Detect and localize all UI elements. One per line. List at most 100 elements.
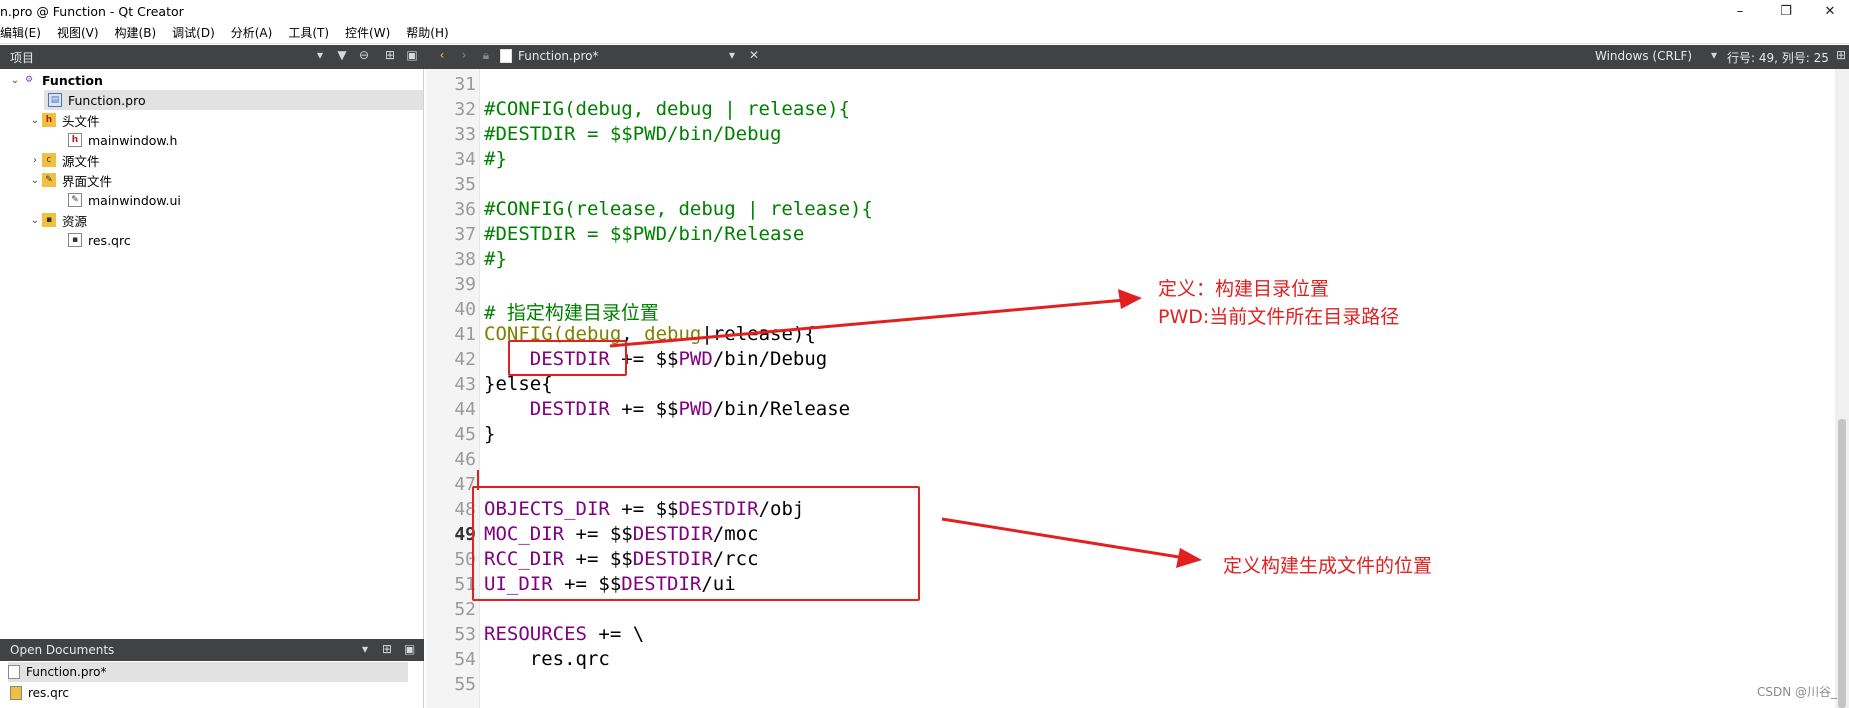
tree-item-root[interactable]: ⌄ ⚙ Function [8, 70, 103, 90]
code-token: RESOURCES [484, 623, 587, 645]
code-line: #CONFIG(debug, debug | release){ [484, 98, 850, 120]
tree-item-resource-file[interactable]: ▪ res.qrc [68, 230, 131, 250]
window-title: n.pro @ Function - Qt Creator [0, 3, 184, 19]
code-token: res.qrc [484, 648, 610, 670]
code-token: /bin/Release [712, 398, 851, 420]
split-icon[interactable]: ⊞ [382, 48, 398, 62]
code-line: # 指定构建目录位置 [484, 298, 659, 325]
line-number: 45 [454, 424, 476, 445]
tree-label-forms: 界面文件 [62, 173, 113, 189]
back-icon[interactable]: ‹ [434, 48, 450, 62]
split-icon[interactable]: ⊞ [382, 642, 392, 656]
tree-label-sources: 源文件 [62, 153, 100, 169]
menu-view[interactable]: 视图(V) [57, 24, 99, 41]
line-number: 52 [454, 599, 476, 620]
collapse-icon[interactable]: ⌄ [8, 75, 22, 86]
menu-analyze[interactable]: 分析(A) [231, 24, 273, 41]
annotation-text-1: 定义：构建目录位置 [1158, 278, 1330, 300]
open-document-item[interactable]: Function.pro* [8, 662, 408, 682]
tree-item-form-file[interactable]: ✎ mainwindow.ui [68, 190, 181, 210]
code-token: #} [484, 148, 507, 170]
open-file-name: Function.pro* [518, 49, 599, 63]
qrc-file-icon: ▪ [68, 233, 82, 247]
code-token: } [484, 423, 496, 445]
collapse-icon[interactable]: ⌄ [28, 215, 42, 226]
maximize-button[interactable]: ❐ [1763, 0, 1809, 22]
line-ending-dropdown-icon[interactable]: ▾ [1706, 48, 1722, 62]
line-number: 47 [454, 474, 476, 495]
annotation-text-2: PWD:当前文件所在目录路径 [1158, 306, 1400, 328]
line-number: 38 [454, 249, 476, 270]
open-file-tab[interactable]: Function.pro* [500, 49, 598, 63]
tree-item-header-file[interactable]: h mainwindow.h [68, 130, 177, 150]
line-number: 42 [454, 349, 476, 370]
code-token: #DESTDIR = $$PWD/bin/Release [484, 223, 805, 245]
code-line: }else{ [484, 373, 553, 395]
annotation-text-3: 定义构建生成文件的位置 [1223, 555, 1433, 577]
menu-controls[interactable]: 控件(W) [345, 24, 390, 41]
close-file-icon[interactable]: ✕ [746, 48, 762, 62]
menu-help[interactable]: 帮助(H) [406, 24, 448, 41]
code-token: }else{ [484, 373, 553, 395]
vertical-scrollbar[interactable] [1835, 69, 1849, 708]
line-number: 48 [454, 499, 476, 520]
tree-label-headers: 头文件 [62, 113, 100, 129]
tree-label-resource-file: res.qrc [88, 232, 131, 248]
filter-icon[interactable]: ▼ [334, 48, 350, 62]
tree-item-pro-file[interactable]: ▤ Function.pro [48, 90, 146, 110]
line-number: 33 [454, 124, 476, 145]
code-token: PWD [678, 348, 713, 370]
code-token: #CONFIG(release, debug | release){ [484, 198, 873, 220]
line-number: 41 [454, 324, 476, 345]
scrollbar-thumb[interactable] [1838, 419, 1846, 708]
line-number: 31 [454, 74, 476, 95]
code-line: RESOURCES += \ [484, 623, 644, 645]
tree-item-forms[interactable]: ⌄ ✎ 界面文件 [28, 170, 112, 190]
file-icon [8, 665, 20, 679]
line-ending-selector[interactable]: Windows (CRLF) [1595, 49, 1692, 63]
tree-label-resources: 资源 [62, 213, 88, 229]
project-icon: ⚙ [24, 75, 34, 85]
menu-debug[interactable]: 调试(D) [172, 24, 215, 41]
tree-label-pro-file: Function.pro [68, 92, 146, 108]
file-dropdown-icon[interactable]: ▾ [724, 48, 740, 62]
arrow-line-2 [941, 517, 1186, 560]
line-number: 43 [454, 374, 476, 395]
close-pane-icon[interactable]: ▣ [404, 48, 420, 62]
forward-icon[interactable]: › [456, 48, 472, 62]
header-file-icon: h [68, 133, 82, 147]
tree-item-headers[interactable]: ⌄ h 头文件 [28, 110, 100, 130]
cursor-position[interactable]: 行号: 49, 列号: 25 [1727, 49, 1829, 66]
ui-file-icon: ✎ [68, 193, 82, 207]
link-icon[interactable]: ⊖ [356, 48, 372, 62]
minimize-button[interactable]: – [1717, 0, 1763, 22]
tree-label-root: Function [42, 72, 103, 88]
split-editor-icon[interactable]: ⊞ [1833, 48, 1849, 62]
line-number: 32 [454, 99, 476, 120]
code-line: #} [484, 148, 507, 170]
menu-tools[interactable]: 工具(T) [288, 24, 329, 41]
menu-edit[interactable]: 编辑(E) [0, 24, 41, 41]
collapse-icon[interactable]: ⌄ [28, 115, 42, 126]
open-document-label: Function.pro* [26, 665, 107, 679]
menu-build[interactable]: 构建(B) [115, 24, 157, 41]
close-pane-icon[interactable]: ▣ [404, 642, 415, 656]
tree-label-form-file: mainwindow.ui [88, 192, 181, 208]
open-document-item[interactable]: res.qrc [10, 683, 69, 703]
header-folder-icon: h [42, 113, 56, 127]
watermark: CSDN @川谷_ [1756, 685, 1837, 699]
open-document-label: res.qrc [28, 686, 70, 700]
expand-icon[interactable]: › [28, 155, 42, 166]
collapse-icon[interactable]: ⌄ [28, 175, 42, 186]
code-token: |release){ [701, 323, 816, 345]
code-token: PWD [678, 398, 713, 420]
tree-item-resources[interactable]: ⌄ ▪ 资源 [28, 210, 87, 230]
dropdown-icon[interactable]: ▾ [362, 642, 368, 656]
dropdown-icon[interactable]: ▾ [312, 48, 328, 62]
tree-item-sources[interactable]: › c 源文件 [28, 150, 100, 170]
qrc-file-icon [10, 686, 22, 700]
form-folder-icon: ✎ [42, 173, 56, 187]
code-token: += $$ [609, 398, 679, 420]
close-button[interactable]: ✕ [1807, 0, 1849, 22]
